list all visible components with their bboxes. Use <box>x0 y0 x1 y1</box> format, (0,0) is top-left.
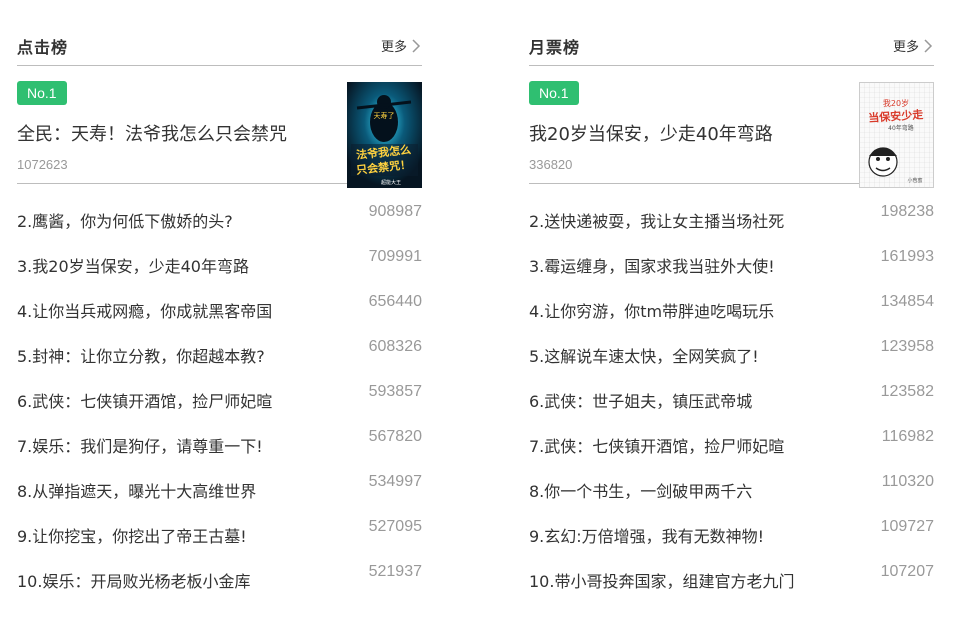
cover-small-text: 40年弯路 <box>888 124 914 132</box>
ticket-count: 107207 <box>880 563 934 580</box>
panel-header: 点击榜 更多 <box>17 30 422 66</box>
book-title[interactable]: 3.霉运缠身，国家求我当驻外大使! <box>529 253 775 277</box>
rank-badge: No.1 <box>17 81 67 105</box>
chevron-right-icon <box>924 38 933 53</box>
ticket-count: 123582 <box>880 383 934 400</box>
panel-title: 月票榜 <box>529 37 581 57</box>
cover-author: 小苞蜜 <box>907 177 922 184</box>
list-item[interactable]: 8.从弹指遮天，曝光十大高维世界 534997 <box>17 468 422 513</box>
click-count: 534997 <box>368 473 422 490</box>
ticket-count: 123958 <box>880 338 934 355</box>
book-title[interactable]: 9.玄幻:万倍增强，我有无数神物! <box>529 523 764 547</box>
click-count: 567820 <box>368 428 422 445</box>
list-item[interactable]: 9.玄幻:万倍增强，我有无数神物! 109727 <box>529 513 934 558</box>
list-item[interactable]: 7.娱乐：我们是狗仔，请尊重一下! 567820 <box>17 423 422 468</box>
book-title[interactable]: 10.娱乐：开局败光杨老板小金库 <box>17 568 250 592</box>
list-item[interactable]: 8.你一个书生，一剑破甲两千六 110320 <box>529 468 934 513</box>
rank-badge: No.1 <box>529 81 579 105</box>
list-item[interactable]: 6.武侠：世子姐夫，镇压武帝城 123582 <box>529 378 934 423</box>
click-ranking-panel: 点击榜 更多 No.1 全民：天寿！法爷我怎么只会禁咒 1072623 天寿了 … <box>17 30 422 603</box>
monthly-ticket-ranking-panel: 月票榜 更多 No.1 我20岁当保安，少走40年弯路 336820 我20岁 … <box>529 30 934 603</box>
book-title[interactable]: 全民：天寿！法爷我怎么只会禁咒 <box>17 120 287 146</box>
ticket-count: 134854 <box>880 293 934 310</box>
cover-small-text: 天寿了 <box>374 111 395 120</box>
more-label: 更多 <box>892 40 919 55</box>
list-item[interactable]: 3.霉运缠身，国家求我当驻外大使! 161993 <box>529 243 934 288</box>
list-item[interactable]: 3.我20岁当保安，少走40年弯路 709991 <box>17 243 422 288</box>
more-label: 更多 <box>380 40 407 55</box>
ticket-count: 109727 <box>880 518 934 535</box>
list-item[interactable]: 10.娱乐：开局败光杨老板小金库 521937 <box>17 558 422 603</box>
book-title[interactable]: 5.封神：让你立分教，你超越本教? <box>17 343 265 367</box>
list-item[interactable]: 5.这解说车速太快，全网笑疯了! 123958 <box>529 333 934 378</box>
ticket-count: 161993 <box>880 248 934 265</box>
book-title[interactable]: 2.送快递被耍，我让女主播当场社死 <box>529 208 784 232</box>
book-title[interactable]: 2.鹰酱，你为何低下傲娇的头? <box>17 208 233 232</box>
book-title[interactable]: 8.你一个书生，一剑破甲两千六 <box>529 478 752 502</box>
book-cover[interactable]: 我20岁 当保安少走 40年弯路 小苞蜜 <box>859 82 934 188</box>
list-item[interactable]: 5.封神：让你立分教，你超越本教? 608326 <box>17 333 422 378</box>
list-item[interactable]: 10.带小哥投奔国家，组建官方老九门 107207 <box>529 558 934 603</box>
list-item[interactable]: 2.鹰酱，你为何低下傲娇的头? 908987 <box>17 198 422 243</box>
ranking-list: 2.送快递被耍，我让女主播当场社死 198238 3.霉运缠身，国家求我当驻外大使… <box>529 198 934 603</box>
book-title[interactable]: 6.武侠：世子姐夫，镇压武帝城 <box>529 388 752 412</box>
book-title[interactable]: 6.武侠：七侠镇开酒馆，捡尸师妃暄 <box>17 388 272 412</box>
list-item[interactable]: 4.让你穷游，你tm带胖迪吃喝玩乐 134854 <box>529 288 934 333</box>
click-count: 521937 <box>368 563 422 580</box>
book-title[interactable]: 8.从弹指遮天，曝光十大高维世界 <box>17 478 256 502</box>
click-count: 709991 <box>368 248 422 265</box>
book-title[interactable]: 9.让你挖宝，你挖出了帝王古墓! <box>17 523 247 547</box>
list-item[interactable]: 7.武侠：七侠镇开酒馆，捡尸师妃暄 116982 <box>529 423 934 468</box>
book-title[interactable]: 5.这解说车速太快，全网笑疯了! <box>529 343 759 367</box>
ticket-count: 336820 <box>529 157 573 172</box>
book-title[interactable]: 我20岁当保安，少走40年弯路 <box>529 120 773 146</box>
list-item[interactable]: 9.让你挖宝，你挖出了帝王古墓! 527095 <box>17 513 422 558</box>
cover-author: 超能大王 <box>381 179 401 186</box>
click-count: 1072623 <box>17 157 68 172</box>
list-item[interactable]: 2.送快递被耍，我让女主播当场社死 198238 <box>529 198 934 243</box>
ticket-count: 198238 <box>880 203 934 220</box>
more-link[interactable]: 更多 <box>893 36 934 55</box>
cover-title-line1: 我20岁 <box>883 98 909 108</box>
ticket-count: 116982 <box>881 428 934 445</box>
book-title[interactable]: 7.武侠：七侠镇开酒馆，捡尸师妃暄 <box>529 433 784 457</box>
book-title[interactable]: 10.带小哥投奔国家，组建官方老九门 <box>529 568 794 592</box>
book-title[interactable]: 3.我20岁当保安，少走40年弯路 <box>17 253 249 277</box>
click-count: 908987 <box>368 203 422 220</box>
book-title[interactable]: 7.娱乐：我们是狗仔，请尊重一下! <box>17 433 263 457</box>
panel-header: 月票榜 更多 <box>529 30 934 66</box>
ticket-count: 110320 <box>881 473 934 490</box>
list-item[interactable]: 6.武侠：七侠镇开酒馆，捡尸师妃暄 593857 <box>17 378 422 423</box>
click-count: 608326 <box>368 338 422 355</box>
top-ranked-entry[interactable]: No.1 我20岁当保安，少走40年弯路 336820 我20岁 当保安少走 4… <box>529 66 934 188</box>
ranking-list: 2.鹰酱，你为何低下傲娇的头? 908987 3.我20岁当保安，少走40年弯路 7… <box>17 198 422 603</box>
book-title[interactable]: 4.让你当兵戒网瘾，你成就黑客帝国 <box>17 298 272 322</box>
click-count: 593857 <box>368 383 422 400</box>
panel-title: 点击榜 <box>17 37 69 57</box>
click-count: 527095 <box>368 518 422 535</box>
book-cover[interactable]: 天寿了 法爷我怎么 只会禁咒！ 超能大王 <box>347 82 422 188</box>
click-count: 656440 <box>368 293 422 310</box>
more-link[interactable]: 更多 <box>381 36 422 55</box>
list-item[interactable]: 4.让你当兵戒网瘾，你成就黑客帝国 656440 <box>17 288 422 333</box>
book-title[interactable]: 4.让你穷游，你tm带胖迪吃喝玩乐 <box>529 298 774 322</box>
top-ranked-entry[interactable]: No.1 全民：天寿！法爷我怎么只会禁咒 1072623 天寿了 法爷我怎么 只… <box>17 66 422 188</box>
chevron-right-icon <box>412 38 421 53</box>
